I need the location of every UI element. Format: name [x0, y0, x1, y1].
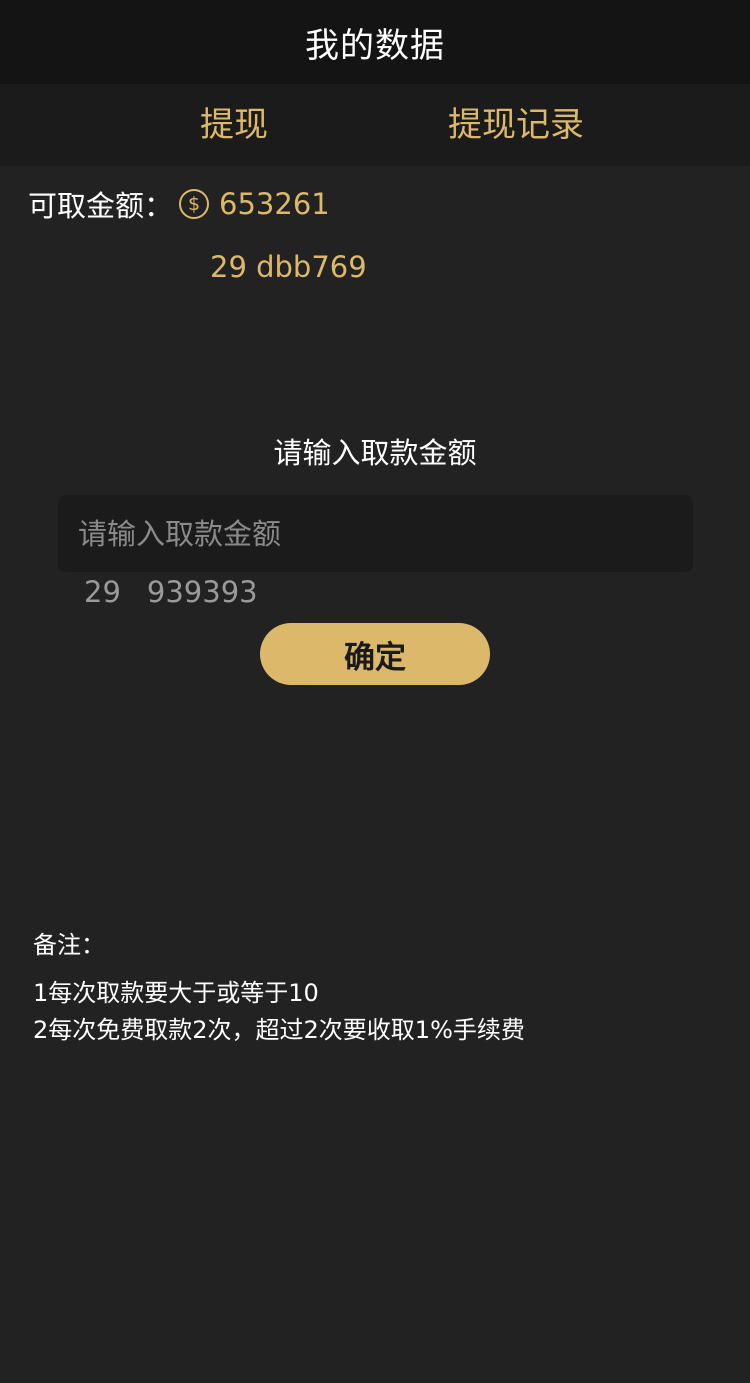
balance-value: 653261 [219, 187, 330, 221]
amount-hint: 29 939393 [84, 575, 258, 609]
hint-right-text: 939393 [146, 575, 258, 609]
dollar-coin-icon: $ [179, 189, 210, 219]
page-title: 我的数据 [305, 25, 445, 66]
amount-input[interactable] [58, 495, 693, 572]
tab-withdraw-record[interactable]: 提现记录 [448, 84, 584, 166]
notes-section: 备注： 1每次取款要大于或等于10 2每次免费取款2次，超过2次要收取1%手续费 [33, 925, 525, 1049]
balance-label: 可取金额： [28, 189, 174, 223]
header-bar: 我的数据 [0, 0, 750, 84]
amount-prompt: 请输入取款金额 [273, 436, 477, 470]
tab-bar: 提现 提现记录 [0, 84, 750, 166]
note-line: 2每次免费取款2次，超过2次要收取1%手续费 [33, 1016, 525, 1044]
confirm-button[interactable]: 确定 [260, 623, 490, 685]
note-line: 1每次取款要大于或等于10 [33, 979, 319, 1007]
notes-title: 备注： [33, 931, 105, 959]
hint-left-text: 29 [84, 575, 121, 609]
balance-row: 可取金额： $ 653261 [28, 184, 330, 224]
tab-withdraw[interactable]: 提现 [200, 84, 268, 166]
balance-extra-text: 29 dbb769 [210, 250, 367, 284]
